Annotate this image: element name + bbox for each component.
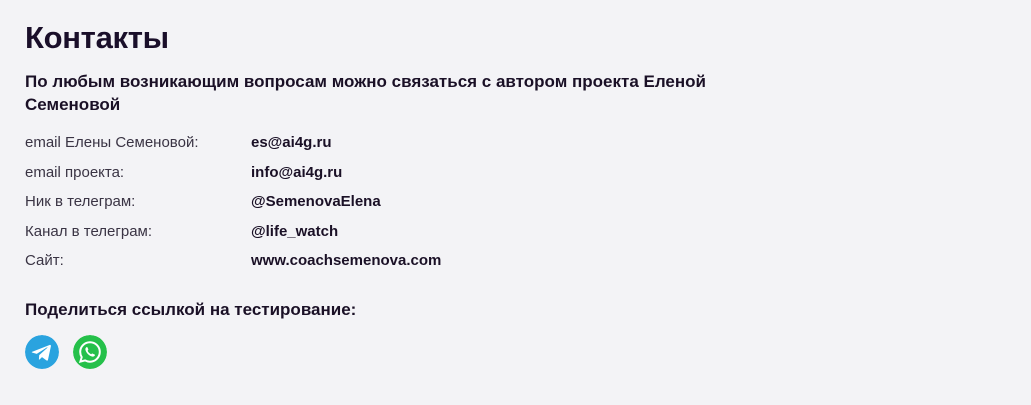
author-email-link[interactable]: es@ai4g.ru xyxy=(251,134,332,151)
contact-label: Ник в телеграм: xyxy=(25,193,136,211)
contact-label: email проекта: xyxy=(25,163,125,181)
share-title: Поделиться ссылкой на тестирование: xyxy=(25,299,357,319)
page-title: Контакты xyxy=(25,20,169,55)
contacts-list: email Елены Семеновой: es@ai4g.ru email … xyxy=(25,128,1005,276)
contact-row-author-email: email Елены Семеновой: es@ai4g.ru xyxy=(25,128,1005,158)
contact-row-telegram-channel: Канал в телеграм: @life_watch xyxy=(25,217,1005,247)
contact-label: Канал в телеграм: xyxy=(25,222,153,240)
contact-row-telegram-nick: Ник в телеграм: @SemenovaElena xyxy=(25,187,1005,217)
telegram-nick-link[interactable]: @SemenovaElena xyxy=(251,193,381,210)
contacts-section: Контакты По любым возникающим вопросам м… xyxy=(25,18,1005,369)
contact-label: email Елены Семеновой: xyxy=(25,134,199,152)
contact-row-website: Сайт: www.coachsemenova.com xyxy=(25,246,1005,276)
telegram-channel-link[interactable]: @life_watch xyxy=(251,223,338,240)
contact-row-project-email: email проекта: info@ai4g.ru xyxy=(25,158,1005,188)
intro-text: По любым возникающим вопросам можно связ… xyxy=(25,72,706,114)
website-link[interactable]: www.coachsemenova.com xyxy=(251,252,441,269)
share-icons xyxy=(25,334,1005,369)
project-email-link[interactable]: info@ai4g.ru xyxy=(251,164,342,181)
contact-label: Сайт: xyxy=(25,252,64,270)
whatsapp-icon[interactable] xyxy=(73,334,107,369)
telegram-icon[interactable] xyxy=(25,334,59,369)
